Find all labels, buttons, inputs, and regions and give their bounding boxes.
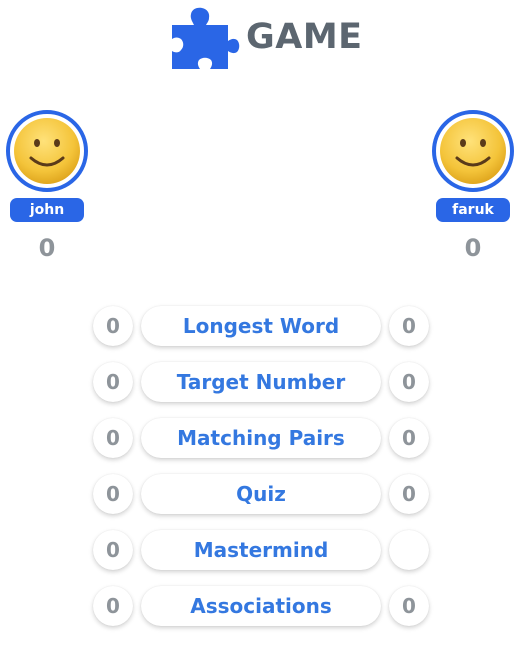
- round-button-quiz[interactable]: Quiz: [141, 474, 381, 514]
- round-row-quiz: 0 Quiz 0: [93, 474, 429, 514]
- left-round-score: 0: [93, 418, 133, 458]
- app-logo: GAME: [170, 4, 363, 70]
- smiley-face-icon: [440, 118, 506, 184]
- smiley-face-icon: [14, 118, 80, 184]
- player-name-badge: faruk: [436, 198, 510, 222]
- round-row-matching-pairs: 0 Matching Pairs 0: [93, 418, 429, 458]
- left-round-score: 0: [93, 586, 133, 626]
- round-row-mastermind: 0 Mastermind: [93, 530, 429, 570]
- round-row-longest-word: 0 Longest Word 0: [93, 306, 429, 346]
- round-row-associations: 0 Associations 0: [93, 586, 429, 626]
- round-button-mastermind[interactable]: Mastermind: [141, 530, 381, 570]
- right-round-score: [389, 530, 429, 570]
- player-name-badge: john: [10, 198, 84, 222]
- left-round-score: 0: [93, 530, 133, 570]
- player-right: faruk 0: [432, 110, 514, 262]
- left-round-score: 0: [93, 474, 133, 514]
- avatar: [432, 110, 514, 192]
- left-round-score: 0: [93, 362, 133, 402]
- right-round-score: 0: [389, 362, 429, 402]
- round-row-target-number: 0 Target Number 0: [93, 362, 429, 402]
- right-round-score: 0: [389, 474, 429, 514]
- round-button-matching-pairs[interactable]: Matching Pairs: [141, 418, 381, 458]
- round-button-target-number[interactable]: Target Number: [141, 362, 381, 402]
- player-total-score: 0: [38, 234, 56, 262]
- left-round-score: 0: [93, 306, 133, 346]
- right-round-score: 0: [389, 306, 429, 346]
- avatar: [6, 110, 88, 192]
- player-left: john 0: [6, 110, 88, 262]
- round-button-longest-word[interactable]: Longest Word: [141, 306, 381, 346]
- puzzle-piece-icon: [170, 5, 240, 69]
- right-round-score: 0: [389, 418, 429, 458]
- round-button-associations[interactable]: Associations: [141, 586, 381, 626]
- rounds-list: 0 Longest Word 0 0 Target Number 0 0 Mat…: [93, 306, 429, 642]
- app-title: GAME: [246, 17, 363, 57]
- player-total-score: 0: [464, 234, 482, 262]
- right-round-score: 0: [389, 586, 429, 626]
